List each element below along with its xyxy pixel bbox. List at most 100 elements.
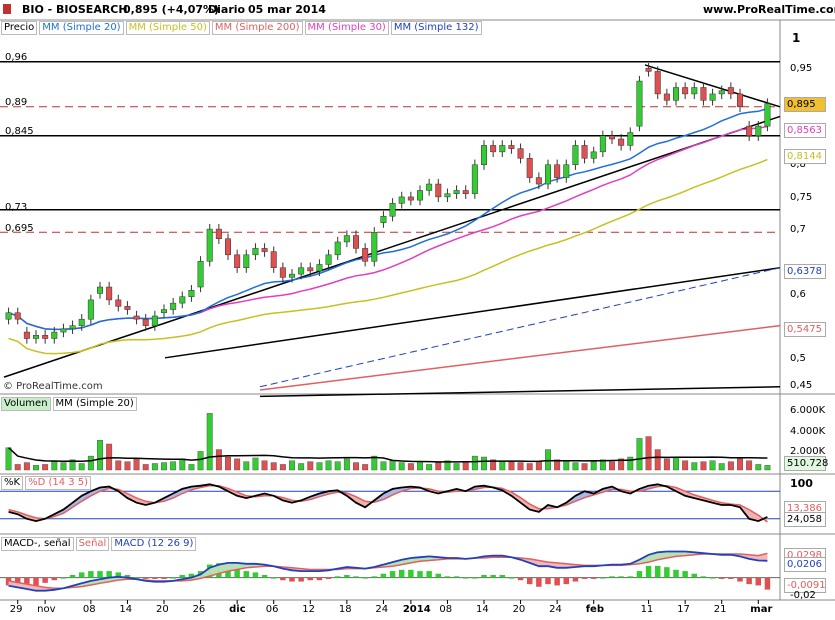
mm200-tag: 0,5475 (784, 322, 826, 337)
candle-body (179, 296, 186, 304)
x-tick-label: 17 (677, 604, 690, 615)
macd-histogram-bar (618, 576, 624, 578)
candle-body (682, 87, 689, 95)
volume-bar (33, 465, 39, 471)
volume-bar (709, 460, 716, 471)
candle-body (417, 190, 423, 201)
candle-body (42, 335, 49, 339)
hline-label: 0,96 (5, 52, 28, 63)
volume-bar (526, 463, 533, 471)
candle-body (252, 248, 259, 256)
volume-bar (23, 462, 30, 471)
x-tick-label: mar (750, 604, 773, 615)
candle-body (188, 289, 195, 297)
candle-body (673, 87, 679, 101)
price-tick: 0,5 (790, 353, 806, 364)
candle-body (343, 235, 350, 243)
price-tick: 0,45 (790, 380, 813, 391)
hline-label: 0,89 (5, 97, 28, 108)
x-tick-label: 20 (512, 604, 526, 615)
candle-body (709, 93, 716, 101)
candle-body (581, 145, 588, 159)
hline-label: 0,695 (5, 223, 34, 234)
volume-bar (609, 461, 615, 471)
candle-body (599, 135, 606, 153)
macd-histogram-bar (764, 577, 771, 590)
macd-histogram-bar (316, 577, 323, 581)
candle-body (298, 267, 305, 275)
candle-body (225, 238, 231, 256)
volume-bar (325, 460, 332, 471)
x-tick-label: 06 (265, 604, 279, 615)
macd-histogram-bar (353, 576, 359, 578)
macd-histogram-bar (398, 569, 405, 578)
mm50-tag: 0,8144 (784, 149, 826, 164)
mm30-line (8, 125, 768, 331)
watermark: © ProRealTime.com (3, 381, 103, 392)
volume-tag: 510.728 (784, 456, 828, 471)
candle-body (142, 318, 149, 326)
stoch-k-line (8, 483, 768, 523)
volume-bar (316, 462, 323, 471)
chart-canvas (0, 19, 835, 604)
macd-histogram-bar (261, 575, 268, 578)
candle-body (691, 87, 698, 95)
candle-body (197, 261, 204, 288)
macd-histogram-bar (581, 577, 588, 579)
x-tick-label: dic (229, 604, 246, 615)
volume-bar (78, 463, 85, 471)
candle-body (316, 264, 323, 272)
volume-bar (380, 461, 387, 471)
legend-mm132: MM (Simple 132) (390, 21, 482, 35)
volume-bar (636, 438, 643, 471)
candle-body (33, 335, 39, 339)
candle-body (545, 164, 551, 185)
mm132-tag: 0,6378 (784, 264, 826, 279)
candle-body (270, 251, 277, 268)
legend-mm200: MM (Simple 200) (211, 21, 303, 35)
volume-bar (718, 463, 725, 471)
macd-histogram-bar (280, 577, 286, 581)
macd-histogram-bar (737, 577, 743, 582)
volume-bar (51, 461, 58, 471)
macd-histogram-bar (179, 575, 186, 578)
candle-body (23, 331, 30, 339)
candle-body (234, 254, 241, 268)
macd-histogram-bar (33, 577, 39, 586)
price-legend: Precio MM (Simple 20) MM (Simple 50) MM … (1, 21, 482, 35)
candle-body (572, 145, 579, 165)
macd-histogram-bar (325, 577, 332, 579)
legend-signal: Señal (75, 537, 110, 551)
macd-histogram-bar (334, 576, 341, 578)
volume-bar (517, 462, 524, 471)
candle-body (609, 135, 615, 140)
macd-histogram-bar (142, 577, 149, 579)
macd-histogram-bar (270, 577, 277, 579)
chart-window: BIO - BIOSEARCH 0,895 (+4,07%) Diario 05… (0, 0, 835, 620)
volume-bar (188, 464, 195, 471)
macd-histogram-bar (517, 577, 524, 581)
volume-bar (115, 460, 122, 471)
macd-histogram-bar (590, 577, 597, 579)
candle-body (746, 125, 753, 137)
volume-bar (481, 456, 487, 471)
candle-body (133, 315, 140, 320)
macd-histogram-bar (289, 577, 295, 582)
candle-body (371, 232, 378, 262)
volume-bar (161, 462, 167, 471)
x-tick-label: 08 (439, 604, 453, 615)
macd-histogram-bar (508, 577, 515, 579)
macd-histogram-bar (536, 577, 542, 587)
candle-body (663, 93, 670, 101)
candle-body (325, 254, 332, 265)
macd-histogram-bar (481, 575, 487, 578)
price-tick: 0,75 (790, 192, 813, 203)
legend-d: %D (14 3 5) (25, 476, 92, 490)
volume-bar (261, 460, 268, 471)
volume-bar (545, 449, 551, 471)
x-tick-label: 21 (713, 604, 727, 615)
volume-bar (563, 460, 570, 471)
candle-body (435, 183, 442, 198)
volume-bar (417, 461, 423, 471)
volume-bar (535, 461, 542, 471)
